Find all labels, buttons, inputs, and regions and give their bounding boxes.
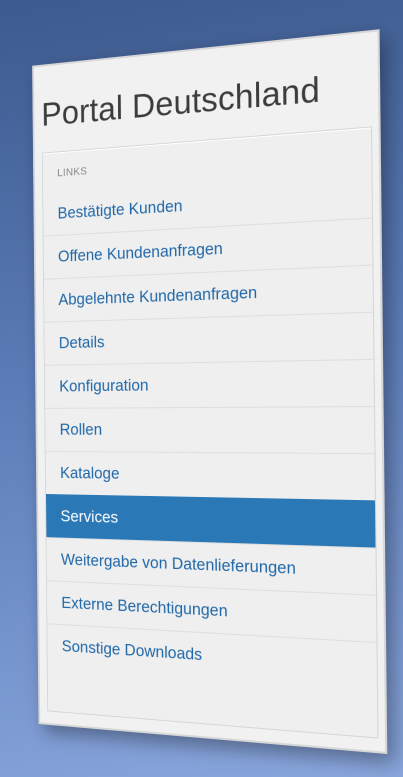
portal-panel: Portal Deutschland LINKS Bestätigte Kund… bbox=[32, 29, 387, 754]
nav-item-rollen[interactable]: Rollen bbox=[45, 406, 374, 453]
stage: Portal Deutschland LINKS Bestätigte Kund… bbox=[0, 0, 403, 777]
nav-list: Bestätigte Kunden Offene Kundenanfragen … bbox=[43, 171, 377, 689]
sidebar-nav: LINKS Bestätigte Kunden Offene Kundenanf… bbox=[42, 126, 379, 738]
nav-item-konfiguration[interactable]: Konfiguration bbox=[45, 359, 374, 408]
nav-item-kataloge[interactable]: Kataloge bbox=[46, 451, 375, 500]
